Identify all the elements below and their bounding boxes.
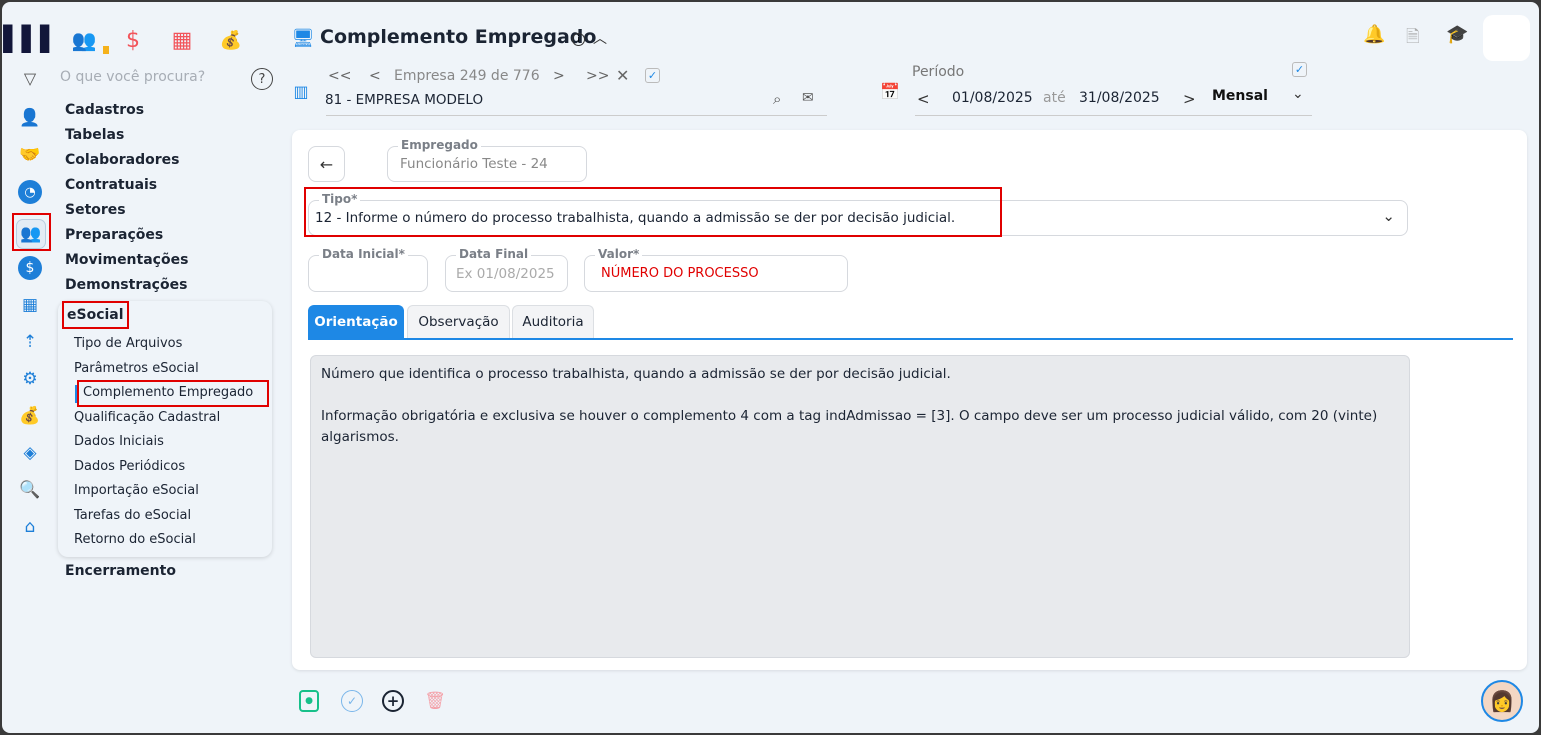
handshake-icon[interactable]: 🤝 [18,143,42,167]
percent-arrow-icon[interactable]: ⇡ [18,330,42,354]
chevron-down-icon[interactable]: ⌄ [1292,86,1304,102]
empregado-field[interactable]: Empregado Funcionário Teste - 24 [387,138,587,182]
empresa-name: 81 - EMPRESA MODELO [325,92,484,108]
empresa-checkbox[interactable]: ✓ [645,68,660,83]
periodicity-select[interactable]: Mensal [1212,88,1268,104]
empresa-counter: Empresa 249 de 776 [394,68,540,84]
save-icon[interactable]: ● [299,690,319,712]
assistant-avatar[interactable]: 👩 [1481,680,1523,722]
submenu-parametros[interactable]: Parâmetros eSocial [74,361,199,376]
info-icon[interactable]: i [572,33,585,46]
calculator-icon[interactable]: ▦ [18,293,42,317]
date-from[interactable]: 01/08/2025 [952,90,1033,106]
layers-icon[interactable]: ◈ [18,441,42,465]
data-final-label: Data Final [456,247,532,261]
search-icon[interactable]: ⌕ [773,90,781,108]
calculator-module-icon[interactable]: ▦ [168,26,196,54]
dollar-module-icon[interactable]: $ [119,26,147,54]
money-bag-icon[interactable]: 💰 [18,404,42,428]
trash-icon[interactable]: 🗑 [424,689,446,713]
mail-icon[interactable]: ✉ [802,90,814,106]
calendar-icon: 📅 [880,81,900,101]
divider [326,115,827,116]
graduation-cap-icon[interactable]: 🎓 [1446,24,1468,45]
chevron-down-icon: ⌄ [1382,207,1395,225]
data-final-field[interactable]: Data Final Ex 01/08/2025 [445,247,568,292]
monitor-icon: 🖥 [291,27,315,49]
menu-movimentacoes[interactable]: Movimentações [65,252,188,268]
periodo-prev-button[interactable]: < [917,90,930,108]
submenu-dados-iniciais[interactable]: Dados Iniciais [74,434,164,449]
document-search-icon[interactable]: 🗎 [1406,24,1420,53]
highlight-box [62,301,129,329]
highlight-box [304,187,1002,237]
filter-icon[interactable]: ▽ [20,68,40,88]
avatar-placeholder[interactable] [1483,15,1530,61]
menu-colaboradores[interactable]: Colaboradores [65,152,180,168]
empregado-value: Funcionário Teste - 24 [400,156,548,172]
building-icon: ▥ [293,81,309,101]
tab-underline [308,338,1513,340]
submenu-dados-periodicos[interactable]: Dados Periódicos [74,459,185,474]
app-window: ▌▌▌ 👥 $ ▦ 💰 ▽ O que você procura? ? 👤 🤝 … [2,2,1539,733]
date-to[interactable]: 31/08/2025 [1079,90,1160,106]
submenu-qualificacao[interactable]: Qualificação Cadastral [74,410,220,425]
gear-plus-icon[interactable]: ⚙ [18,367,42,391]
highlight-box [77,380,269,407]
clock-icon[interactable]: ◔ [18,180,42,204]
periodo-next-button[interactable]: > [1183,90,1196,108]
menu-setores[interactable]: Setores [65,202,126,218]
prev-button[interactable]: < [369,68,381,84]
people-module-icon[interactable]: 👥 [70,26,98,54]
back-button[interactable]: ← [308,146,345,182]
tab-auditoria[interactable]: Auditoria [512,305,594,338]
help-icon[interactable]: ? [251,68,273,90]
page-title: Complemento Empregado [320,26,597,48]
valor-field[interactable]: Valor* NÚMERO DO PROCESSO [584,247,848,292]
valor-label: Valor* [595,247,643,261]
form-card: ← Empregado Funcionário Teste - 24 Tipo*… [292,130,1527,670]
dollar-icon[interactable]: $ [18,256,42,280]
last-button[interactable]: >> [586,68,609,84]
highlight-box [12,213,51,251]
home-icon[interactable]: ⌂ [18,515,42,539]
orientacao-p2: Informação obrigatória e exclusiva se ho… [321,408,1378,445]
menu-contratuais[interactable]: Contratuais [65,177,157,193]
bell-icon[interactable]: 🔔 [1363,24,1385,45]
orientacao-textarea[interactable]: Número que identifica o processo trabalh… [310,355,1410,658]
menu-preparacoes[interactable]: Preparações [65,227,163,243]
user-settings-icon[interactable]: 👤 [18,106,42,130]
empregado-label: Empregado [398,138,481,152]
active-indicator [103,46,109,54]
data-final-placeholder: Ex 01/08/2025 [456,266,555,282]
first-button[interactable]: << [328,68,351,84]
valor-value: NÚMERO DO PROCESSO [601,266,759,281]
check-icon[interactable]: ✓ [341,690,363,712]
add-icon[interactable]: + [382,690,404,712]
menu-cadastros[interactable]: Cadastros [65,102,144,118]
logo-icon: ▌▌▌ [3,25,59,53]
periodo-checkbox[interactable]: ✓ [1292,62,1307,77]
data-inicial-label: Data Inicial* [319,247,408,261]
data-inicial-field[interactable]: Data Inicial* [308,247,428,292]
search-icon[interactable]: 🔍 [18,478,42,502]
divider [915,115,1312,116]
menu-demonstracoes[interactable]: Demonstrações [65,277,187,293]
periodo-label: Período [912,64,965,80]
close-icon[interactable]: ✕ [616,66,629,85]
menu-tabelas[interactable]: Tabelas [65,127,124,143]
next-button[interactable]: > [553,68,565,84]
submenu-tarefas[interactable]: Tarefas do eSocial [74,508,191,523]
tab-observacao[interactable]: Observação [407,305,510,338]
search-input[interactable]: O que você procura? [60,69,205,85]
chevron-up-icon[interactable]: ︿ [592,29,608,47]
tab-orientacao[interactable]: Orientação [308,305,404,338]
submenu-tipo-arquivos[interactable]: Tipo de Arquivos [74,336,182,351]
orientacao-p1: Número que identifica o processo trabalh… [321,366,951,382]
submenu-importacao[interactable]: Importação eSocial [74,483,199,498]
submenu-retorno[interactable]: Retorno do eSocial [74,532,196,547]
menu-encerramento[interactable]: Encerramento [65,563,176,579]
money-bag-module-icon[interactable]: 💰 [217,26,245,54]
ate-label: até [1043,90,1066,106]
